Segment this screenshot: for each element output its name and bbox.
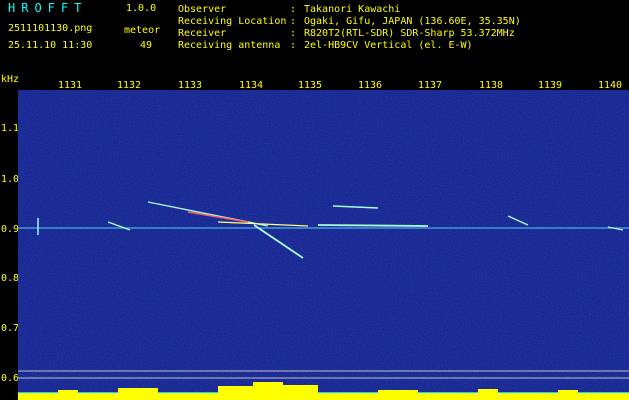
y-axis-unit: kHz — [1, 74, 20, 85]
location-value: Ogaki, Gifu, JAPAN (136.60E, 35.35N) — [304, 16, 521, 27]
app-version: 1.0.0 — [126, 3, 157, 14]
info-separator: : — [290, 28, 297, 39]
y-tick-label: 1.1 — [1, 123, 20, 134]
info-separator: : — [290, 16, 297, 27]
waterfall-shade — [18, 90, 629, 400]
location-label: Receiving Location — [178, 16, 287, 27]
y-tick-label: 0.7 — [1, 323, 20, 334]
meteor-count-label: meteor — [124, 25, 161, 36]
y-tick-label: 0.8 — [1, 273, 20, 284]
receiver-value: R820T2(RTL-SDR) SDR-Sharp 53.372MHz — [304, 28, 515, 39]
spectrogram-waterfall — [18, 90, 629, 400]
observer-value: Takanori Kawachi — [304, 4, 401, 15]
info-separator: : — [290, 4, 297, 15]
meteor-trace — [317, 224, 429, 227]
capture-datetime: 25.11.10 11:30 — [8, 40, 93, 51]
image-filename: 2511101130.png — [8, 23, 93, 34]
info-separator: : — [290, 40, 297, 51]
y-tick-label: 0.9 — [1, 224, 20, 235]
antenna-label: Receiving antenna — [178, 40, 281, 51]
observer-label: Observer — [178, 4, 227, 15]
antenna-value: 2el-HB9CV Vertical (el. E-W) — [304, 40, 473, 51]
header-panel: HROFFT 1.0.0 2511101130.png 25.11.10 11:… — [0, 0, 629, 76]
y-tick-label: 0.6 — [1, 373, 20, 384]
app-title: HROFFT — [8, 1, 88, 15]
waterfall-image — [18, 90, 629, 400]
meteor-count-value: 49 — [139, 40, 152, 51]
receiver-label: Receiver — [178, 28, 227, 39]
y-tick-label: 1.0 — [1, 174, 20, 185]
